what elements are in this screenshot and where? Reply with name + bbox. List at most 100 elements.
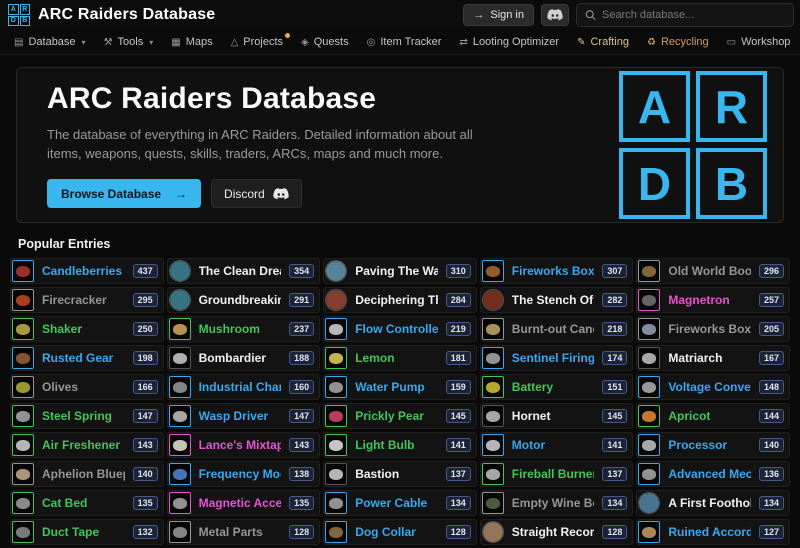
login-arrow-icon: → bbox=[473, 9, 484, 21]
list-item-flow-controller[interactable]: Flow Controller219 bbox=[323, 316, 477, 342]
list-item-apricot[interactable]: Apricot144 bbox=[636, 403, 790, 429]
nav-item-database[interactable]: ▤Database▾ bbox=[6, 30, 94, 54]
list-item-air-freshener[interactable]: Air Freshener143 bbox=[10, 432, 164, 458]
item-count-badge: 284 bbox=[446, 293, 471, 307]
list-item-rusted-gear[interactable]: Rusted Gear198 bbox=[10, 345, 164, 371]
list-item-ruined-accordion[interactable]: Ruined Accordion127 bbox=[636, 519, 790, 545]
item-count-badge: 143 bbox=[133, 438, 158, 452]
list-item-burnt-out-candles[interactable]: Burnt-out Candles218 bbox=[480, 316, 634, 342]
sign-in-button[interactable]: → Sign in bbox=[463, 4, 534, 26]
top-header: ARDB ARC Raiders Database →Sign in bbox=[0, 0, 800, 30]
list-item-olives[interactable]: Olives166 bbox=[10, 374, 164, 400]
list-item-matriarch[interactable]: Matriarch167 bbox=[636, 345, 790, 371]
item-count-badge: 134 bbox=[446, 496, 471, 510]
list-item-shaker[interactable]: Shaker250 bbox=[10, 316, 164, 342]
item-count-badge: 181 bbox=[446, 351, 471, 365]
nav-item-label: Crafting bbox=[590, 36, 629, 48]
item-count-badge: 137 bbox=[602, 467, 627, 481]
list-item-steel-spring[interactable]: Steel Spring147 bbox=[10, 403, 164, 429]
logo-letter: A bbox=[8, 4, 19, 15]
list-item-the-clean-dream[interactable]: The Clean Dream354 bbox=[167, 258, 321, 284]
nav-item-projects[interactable]: △Projects bbox=[223, 30, 291, 54]
list-item-power-cable[interactable]: Power Cable134 bbox=[323, 490, 477, 516]
item-name: Wasp Driver bbox=[199, 409, 282, 423]
list-item-lemon[interactable]: Lemon 181 bbox=[323, 345, 477, 371]
nav-item-crafting[interactable]: ✎Crafting bbox=[569, 30, 637, 54]
sign-in-label: Sign in bbox=[490, 9, 524, 21]
ardb-logo-small[interactable]: ARDB bbox=[8, 4, 30, 26]
list-item-lance-s-mixtape[interactable]: Lance's Mixtape ...143 bbox=[167, 432, 321, 458]
item-count-badge: 147 bbox=[289, 409, 314, 423]
list-item-empty-wine-bottle[interactable]: Empty Wine Bottle134 bbox=[480, 490, 634, 516]
discord-icon bbox=[273, 188, 289, 200]
list-item-wasp-driver[interactable]: Wasp Driver 147 bbox=[167, 403, 321, 429]
item-count-badge: 136 bbox=[759, 467, 784, 481]
list-item-voltage-converter[interactable]: Voltage Converter148 bbox=[636, 374, 790, 400]
fireworks-box-bl-icon bbox=[638, 318, 660, 340]
browse-database-button[interactable]: Browse Database→ bbox=[47, 179, 201, 208]
list-item-straight-record[interactable]: Straight Record128 bbox=[480, 519, 634, 545]
list-item-candleberries[interactable]: Candleberries437 bbox=[10, 258, 164, 284]
list-item-mushroom[interactable]: Mushroom237 bbox=[167, 316, 321, 342]
list-item-old-world-books[interactable]: Old World Books296 bbox=[636, 258, 790, 284]
list-item-metal-parts[interactable]: Metal Parts128 bbox=[167, 519, 321, 545]
nav-item-recycling[interactable]: ♻Recycling bbox=[639, 30, 717, 54]
list-item-battery[interactable]: Battery151 bbox=[480, 374, 634, 400]
list-item-motor[interactable]: Motor141 bbox=[480, 432, 634, 458]
item-name: A First Foothold bbox=[668, 496, 751, 510]
nav-item-label: Maps bbox=[186, 36, 213, 48]
list-item-duct-tape[interactable]: Duct Tape132 bbox=[10, 519, 164, 545]
list-item-fireworks-box-bl[interactable]: Fireworks Box Bl...205 bbox=[636, 316, 790, 342]
list-item-paving-the-way[interactable]: Paving The Way310 bbox=[323, 258, 477, 284]
list-item-magnetic-acceler[interactable]: Magnetic Acceler...135 bbox=[167, 490, 321, 516]
nav-item-label: Item Tracker bbox=[380, 36, 441, 48]
list-item-fireworks-box[interactable]: Fireworks Box307 bbox=[480, 258, 634, 284]
list-item-the-stench-of-c[interactable]: The Stench Of C...282 bbox=[480, 287, 634, 313]
list-item-deciphering-the[interactable]: Deciphering The ...284 bbox=[323, 287, 477, 313]
list-item-bombardier[interactable]: Bombardier188 bbox=[167, 345, 321, 371]
nav-item-item-tracker[interactable]: ◎Item Tracker bbox=[359, 30, 450, 54]
item-name: Prickly Pear bbox=[355, 409, 438, 423]
chevron-down-icon: ▾ bbox=[149, 38, 153, 47]
nav-item-quests[interactable]: ◈Quests bbox=[293, 30, 357, 54]
list-item-prickly-pear[interactable]: Prickly Pear 145 bbox=[323, 403, 477, 429]
mushroom-icon bbox=[169, 318, 191, 340]
item-count-badge: 198 bbox=[133, 351, 158, 365]
list-item-industrial-charger[interactable]: Industrial Charger160 bbox=[167, 374, 321, 400]
item-name: Light Bulb bbox=[355, 438, 438, 452]
browse-database-label: Browse Database bbox=[61, 187, 161, 201]
search-input[interactable] bbox=[602, 9, 785, 21]
item-name: Duct Tape bbox=[42, 525, 125, 539]
list-item-advanced-mecha[interactable]: Advanced Mecha...136 bbox=[636, 461, 790, 487]
list-item-bastion[interactable]: Bastion137 bbox=[323, 461, 477, 487]
nav-item-workshop[interactable]: ▭Workshop bbox=[719, 30, 799, 54]
item-count-badge: 145 bbox=[446, 409, 471, 423]
list-item-light-bulb[interactable]: Light Bulb141 bbox=[323, 432, 477, 458]
list-item-magnetron[interactable]: Magnetron257 bbox=[636, 287, 790, 313]
list-item-sentinel-firing-c[interactable]: Sentinel Firing C...174 bbox=[480, 345, 634, 371]
list-item-aphelion-blueprint[interactable]: Aphelion Blueprint140 bbox=[10, 461, 164, 487]
nav-item-tools[interactable]: ⚒Tools▾ bbox=[96, 30, 162, 54]
discord-button[interactable]: Discord bbox=[211, 179, 302, 208]
discord-icon-button[interactable] bbox=[541, 4, 569, 26]
nav-item-maps[interactable]: ▦Maps bbox=[163, 30, 220, 54]
list-item-hornet[interactable]: Hornet145 bbox=[480, 403, 634, 429]
list-item-processor[interactable]: Processor140 bbox=[636, 432, 790, 458]
list-item-cat-bed[interactable]: Cat Bed135 bbox=[10, 490, 164, 516]
the-clean-dream-icon bbox=[169, 260, 191, 282]
deciphering-the-icon bbox=[325, 289, 347, 311]
list-item-water-pump[interactable]: Water Pump159 bbox=[323, 374, 477, 400]
list-item-frequency-modu[interactable]: Frequency Modu...138 bbox=[167, 461, 321, 487]
item-name: Lemon bbox=[355, 351, 438, 365]
bastion-icon bbox=[325, 463, 347, 485]
item-name: Ruined Accordion bbox=[668, 525, 751, 539]
item-name: The Stench Of C... bbox=[512, 293, 595, 307]
list-item-firecracker[interactable]: Firecracker295 bbox=[10, 287, 164, 313]
item-count-badge: 128 bbox=[602, 525, 627, 539]
list-item-fireball-burner[interactable]: Fireball Burner137 bbox=[480, 461, 634, 487]
nav-item-looting-optimizer[interactable]: ⇄Looting Optimizer bbox=[451, 30, 567, 54]
list-item-a-first-foothold[interactable]: A First Foothold134 bbox=[636, 490, 790, 516]
list-item-groundbreaking[interactable]: Groundbreaking291 bbox=[167, 287, 321, 313]
item-count-badge: 354 bbox=[289, 264, 314, 278]
list-item-dog-collar[interactable]: Dog Collar128 bbox=[323, 519, 477, 545]
